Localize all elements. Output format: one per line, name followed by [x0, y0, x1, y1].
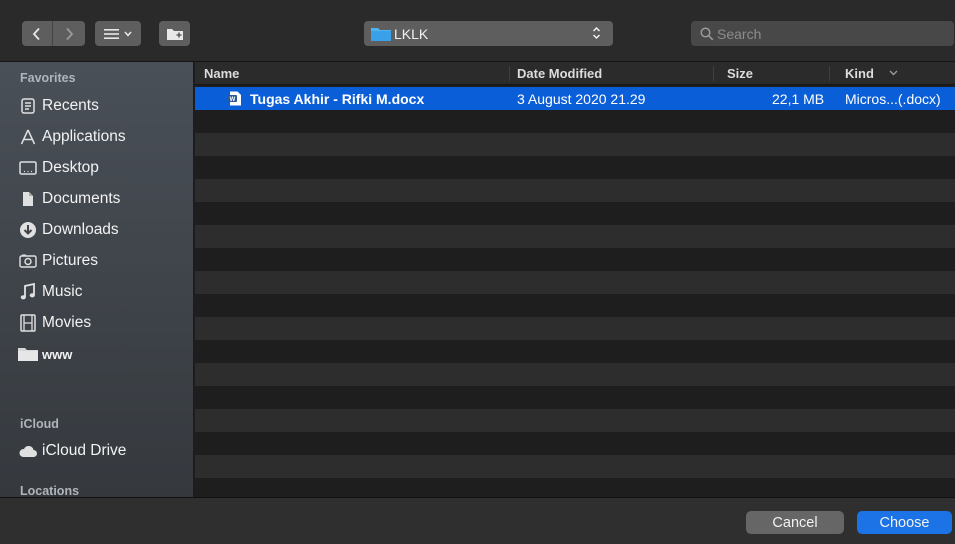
sidebar-item-movies[interactable]: Movies: [18, 310, 91, 336]
empty-row: [195, 179, 955, 202]
column-header-date-modified[interactable]: Date Modified: [517, 66, 602, 81]
sidebar-item-music[interactable]: Music: [18, 279, 82, 305]
empty-row: [195, 133, 955, 156]
desktop-icon: [18, 158, 38, 178]
new-folder-icon: [166, 28, 183, 40]
sidebar-item-label: Music: [42, 283, 83, 300]
sidebar-item-downloads[interactable]: Downloads: [18, 217, 119, 243]
dialog-footer: Cancel Choose: [0, 497, 955, 544]
column-divider[interactable]: [509, 66, 510, 81]
new-folder-button[interactable]: [159, 21, 190, 46]
icloud-heading: iCloud: [20, 417, 59, 431]
choose-button[interactable]: Choose: [857, 511, 952, 534]
search-field[interactable]: [691, 21, 954, 46]
file-name: Tugas Akhir - Rifki M.docx: [250, 91, 425, 107]
recents-icon: [18, 96, 38, 116]
folder-icon: [371, 28, 391, 41]
sidebar-item-applications[interactable]: Applications: [18, 124, 126, 150]
locations-heading: Locations: [20, 484, 80, 498]
sidebar-item-label: Desktop: [42, 159, 99, 176]
sidebar-item-documents[interactable]: Documents: [18, 186, 120, 212]
music-icon: [18, 282, 38, 302]
stepper-chevrons-icon: [592, 26, 601, 40]
location-popup[interactable]: LKLK: [364, 21, 613, 46]
toolbar: LKLK: [0, 0, 955, 62]
sidebar-item-icloud-drive[interactable]: iCloud Drive: [18, 438, 126, 464]
svg-text:W: W: [230, 97, 236, 103]
search-icon: [700, 27, 714, 41]
file-kind: Micros...(.docx): [845, 91, 941, 107]
search-input[interactable]: [717, 24, 917, 43]
column-divider[interactable]: [829, 66, 830, 81]
pictures-icon: [18, 251, 38, 271]
back-button[interactable]: [22, 21, 53, 46]
sidebar-item-recents[interactable]: Recents: [18, 93, 99, 119]
sidebar-item-label: Applications: [42, 128, 126, 145]
file-date-modified: 3 August 2020 21.29: [517, 91, 646, 107]
column-header-size[interactable]: Size: [727, 66, 753, 81]
view-options-button[interactable]: [95, 21, 141, 46]
sidebar-item-label: Documents: [42, 190, 121, 207]
cloud-icon: [18, 441, 38, 461]
sidebar-item-www[interactable]: www: [18, 341, 72, 367]
sidebar-item-label: Movies: [42, 314, 92, 331]
sidebar-item-label: Recents: [42, 97, 99, 114]
folder-icon: [18, 344, 38, 364]
forward-button[interactable]: [53, 21, 84, 46]
empty-row: [195, 271, 955, 294]
documents-icon: [18, 189, 38, 209]
empty-row: [195, 409, 955, 432]
navigation-buttons: [22, 21, 85, 46]
word-document-icon: W: [228, 91, 241, 106]
file-list: W Tugas Akhir - Rifki M.docx 3 August 20…: [195, 85, 955, 497]
chevron-down-icon: [124, 31, 132, 37]
cancel-button[interactable]: Cancel: [746, 511, 844, 534]
empty-row: [195, 317, 955, 340]
sidebar-item-label: Pictures: [42, 252, 98, 269]
sidebar: Favorites Recents Applications Desktop D…: [0, 62, 194, 498]
empty-row: [195, 455, 955, 478]
column-divider[interactable]: [713, 66, 714, 81]
sidebar-item-pictures[interactable]: Pictures: [18, 248, 98, 274]
column-header-kind[interactable]: Kind: [845, 66, 874, 81]
applications-icon: [18, 127, 38, 147]
sidebar-item-label: Downloads: [42, 221, 119, 238]
movies-icon: [18, 313, 38, 333]
sidebar-item-desktop[interactable]: Desktop: [18, 155, 99, 181]
file-list-header: Name Date Modified Size Kind: [195, 62, 955, 85]
chevron-left-icon: [32, 27, 40, 40]
file-size: 22,1 MB: [772, 91, 825, 107]
list-view-icon: [104, 28, 119, 39]
file-row[interactable]: W Tugas Akhir - Rifki M.docx 3 August 20…: [195, 87, 955, 110]
empty-row: [195, 225, 955, 248]
sidebar-item-label: iCloud Drive: [42, 442, 127, 459]
sort-chevron-down-icon: [889, 70, 898, 76]
chevron-right-icon: [65, 27, 73, 40]
empty-row: [195, 363, 955, 386]
location-label: LKLK: [394, 26, 429, 42]
favorites-heading: Favorites: [20, 71, 76, 85]
column-header-name[interactable]: Name: [204, 66, 239, 81]
sidebar-item-label: www: [42, 346, 73, 362]
downloads-icon: [18, 220, 38, 240]
